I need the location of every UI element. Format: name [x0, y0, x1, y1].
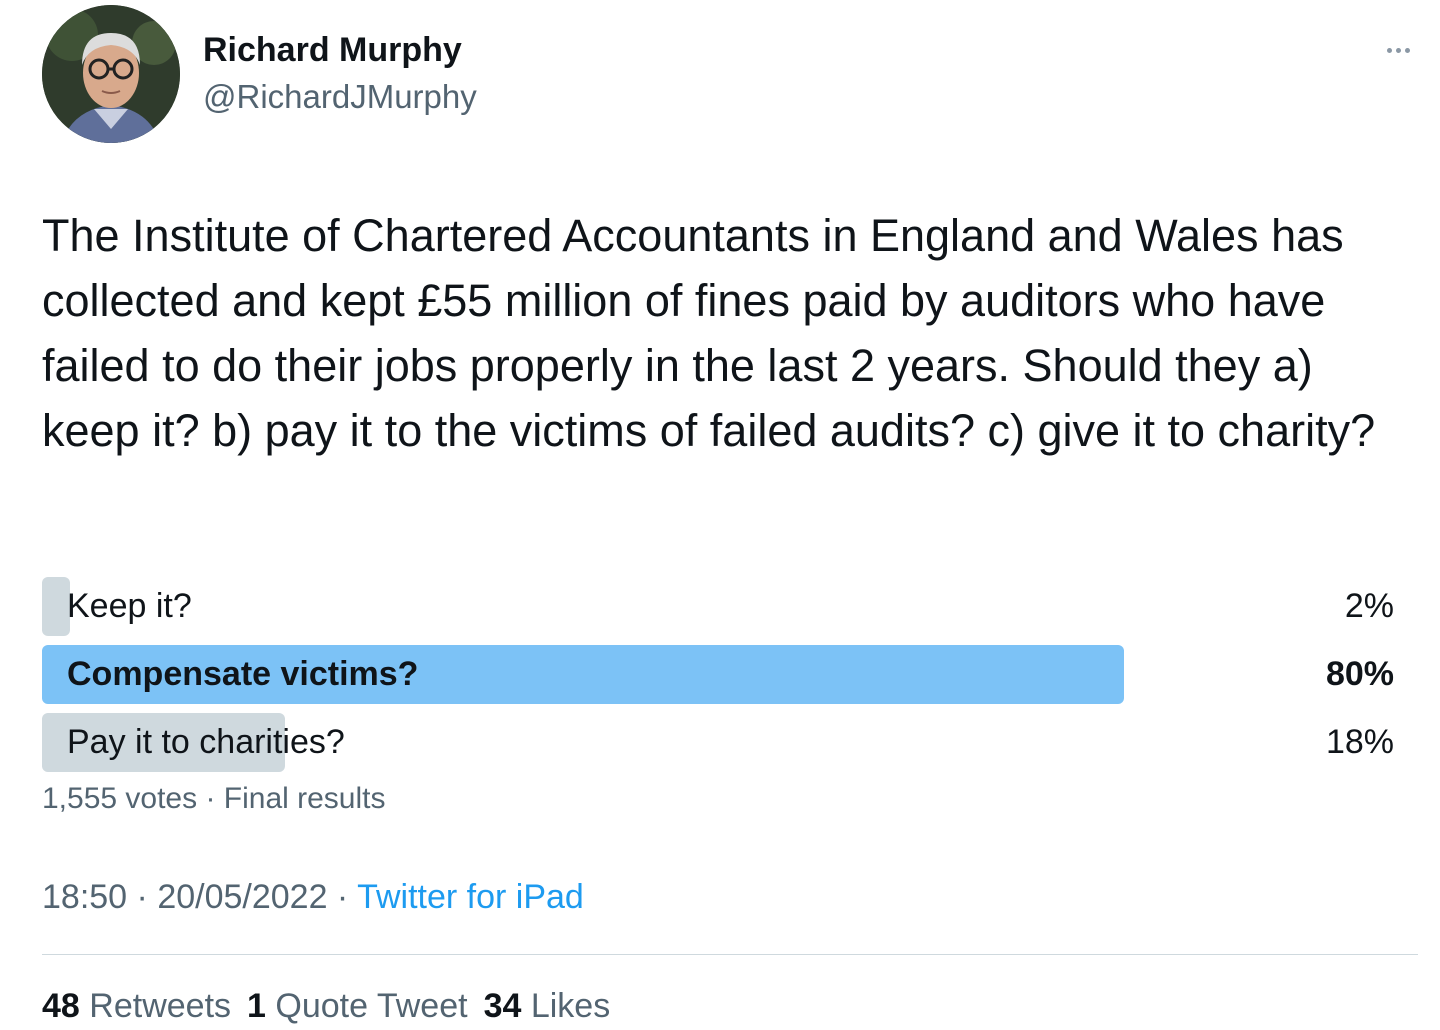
separator: ·	[127, 878, 158, 916]
poll: Keep it? 2% Compensate victims? 80% Pay …	[42, 577, 1394, 781]
separator: ·	[327, 878, 358, 916]
quote-tweets-count: 1	[247, 987, 266, 1025]
poll-option: Compensate victims? 80%	[42, 645, 1394, 704]
tweet-source-link[interactable]: Twitter for iPad	[357, 878, 584, 916]
divider	[42, 954, 1418, 955]
poll-option-label: Pay it to charities?	[67, 723, 345, 761]
author-name[interactable]: Richard Murphy	[203, 31, 462, 70]
poll-option-percent: 18%	[1325, 723, 1394, 761]
more-dot	[1395, 47, 1401, 53]
engagement-stats: 48 Retweets 1 Quote Tweet 34 Likes	[42, 987, 610, 1026]
poll-bar	[42, 577, 70, 636]
poll-option-label: Keep it?	[67, 587, 192, 625]
timestamp-row: 18:50 · 20/05/2022 · Twitter for iPad	[42, 878, 584, 917]
poll-option-percent: 80%	[1325, 655, 1394, 693]
retweets-count: 48	[42, 987, 80, 1025]
quote-tweets-stat[interactable]: 1 Quote Tweet	[247, 987, 468, 1026]
avatar[interactable]	[42, 5, 180, 143]
poll-option: Keep it? 2%	[42, 577, 1394, 636]
poll-meta: 1,555 votes · Final results	[42, 782, 386, 815]
author-handle[interactable]: @RichardJMurphy	[203, 78, 477, 116]
likes-count: 34	[483, 987, 522, 1025]
tweet-text: The Institute of Chartered Accountants i…	[42, 210, 1376, 456]
retweets-label: Retweets	[89, 987, 232, 1025]
poll-option-label: Compensate victims?	[67, 655, 419, 693]
likes-stat[interactable]: 34 Likes	[484, 987, 611, 1026]
tweet-date[interactable]: 20/05/2022	[157, 878, 327, 916]
likes-label: Likes	[530, 987, 611, 1025]
more-dot	[1386, 47, 1392, 53]
poll-option-percent: 2%	[1344, 587, 1394, 625]
tweet-time[interactable]: 18:50	[42, 878, 127, 916]
avatar-photo	[42, 5, 180, 143]
more-dot	[1404, 47, 1410, 53]
tweet: Richard Murphy @RichardJMurphy The Insti…	[0, 0, 1440, 1030]
more-horizontal-icon[interactable]	[1376, 36, 1420, 64]
poll-option: Pay it to charities? 18%	[42, 713, 1394, 772]
quote-tweets-label: Quote Tweet	[275, 987, 468, 1025]
retweets-stat[interactable]: 48 Retweets	[42, 987, 231, 1026]
